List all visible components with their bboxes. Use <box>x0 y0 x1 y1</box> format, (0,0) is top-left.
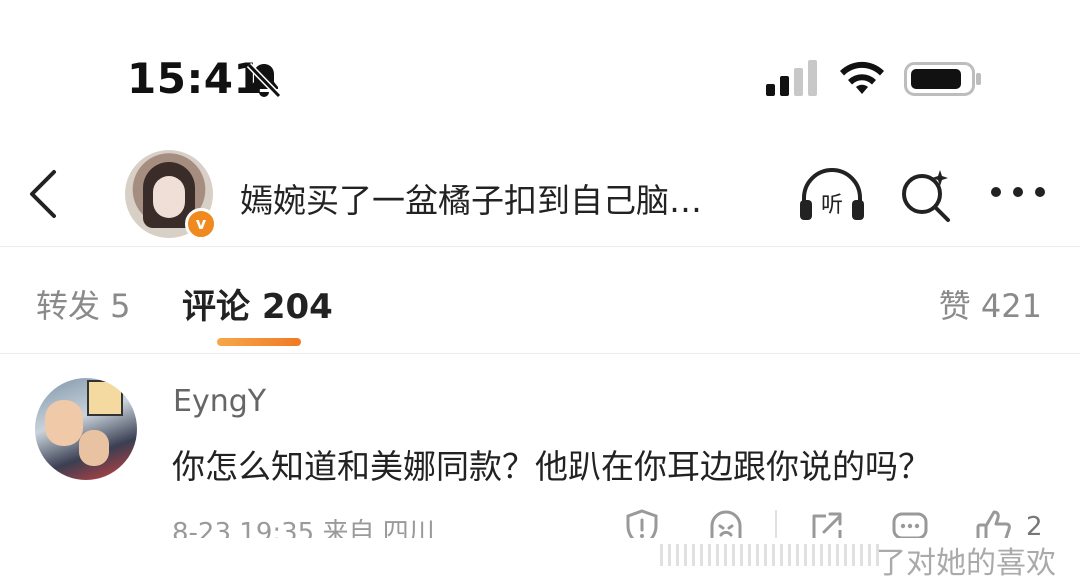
search-icon[interactable] <box>898 166 954 224</box>
wifi-icon <box>840 61 884 94</box>
comment-text[interactable]: 你怎么知道和美娜同款？他趴在你耳边跟你说的吗？ <box>172 440 931 488</box>
post-title: 嫣婉买了一盆橘子扣到自己脑… <box>240 181 702 220</box>
status-bar: 15:41 <box>0 0 1080 130</box>
verified-badge: v <box>185 208 217 240</box>
footer-watermark: 了对她的喜欢 <box>0 538 1080 580</box>
battery-icon <box>904 62 981 96</box>
barcode-decoration <box>660 544 880 566</box>
bell-muted-icon <box>246 62 282 99</box>
tab-comments[interactable]: 评论 204 <box>182 279 333 328</box>
back-arrow-icon[interactable] <box>26 168 66 220</box>
watermark-text: 了对她的喜欢 <box>876 546 1056 580</box>
cellular-signal-icon <box>766 60 817 96</box>
svg-text:听: 听 <box>821 193 843 218</box>
nav-bar: v 嫣婉买了一盆橘子扣到自己脑… 听 <box>0 140 1080 246</box>
commenter-name[interactable]: EyngY <box>173 384 266 419</box>
active-tab-indicator <box>217 338 301 346</box>
tab-likes[interactable]: 赞 421 <box>939 281 1042 327</box>
more-options-icon[interactable] <box>990 180 1046 204</box>
tab-reposts[interactable]: 转发 5 <box>36 281 131 327</box>
tab-bar: 转发 5 评论 204 赞 421 <box>0 247 1080 353</box>
commenter-avatar[interactable] <box>35 378 137 480</box>
listen-headphones-icon[interactable]: 听 <box>798 166 866 224</box>
status-time: 15:41 <box>127 54 264 103</box>
